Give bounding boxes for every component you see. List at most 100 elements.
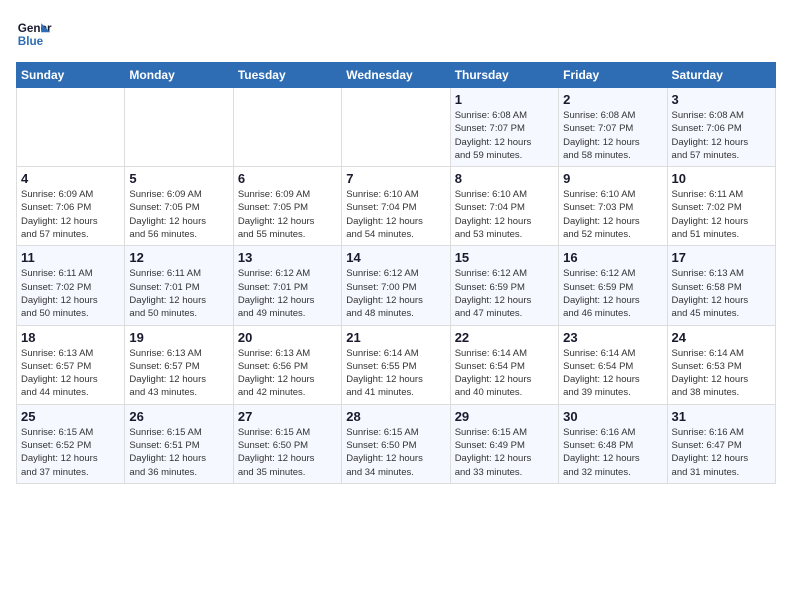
calendar-cell xyxy=(233,88,341,167)
day-number: 7 xyxy=(346,171,445,186)
calendar-week-row: 25 Sunrise: 6:15 AMSunset: 6:52 PMDayligh… xyxy=(17,404,776,483)
logo-icon: General Blue xyxy=(16,16,52,52)
day-number: 12 xyxy=(129,250,228,265)
day-number: 13 xyxy=(238,250,337,265)
calendar-cell xyxy=(342,88,450,167)
day-number: 8 xyxy=(455,171,554,186)
header-tuesday: Tuesday xyxy=(233,63,341,88)
header-thursday: Thursday xyxy=(450,63,558,88)
day-number: 22 xyxy=(455,330,554,345)
day-number: 11 xyxy=(21,250,120,265)
calendar-cell: 24 Sunrise: 6:14 AMSunset: 6:53 PMDayligh… xyxy=(667,325,775,404)
calendar-cell: 16 Sunrise: 6:12 AMSunset: 6:59 PMDayligh… xyxy=(559,246,667,325)
calendar-cell: 30 Sunrise: 6:16 AMSunset: 6:48 PMDayligh… xyxy=(559,404,667,483)
day-info: Sunrise: 6:12 AMSunset: 6:59 PMDaylight:… xyxy=(455,267,554,320)
svg-text:Blue: Blue xyxy=(18,35,44,48)
day-number: 19 xyxy=(129,330,228,345)
calendar-cell: 20 Sunrise: 6:13 AMSunset: 6:56 PMDayligh… xyxy=(233,325,341,404)
calendar-cell: 29Sunrise: 6:15 AMSunset: 6:49 PMDayligh… xyxy=(450,404,558,483)
day-number: 9 xyxy=(563,171,662,186)
calendar-cell: 27 Sunrise: 6:15 AMSunset: 6:50 PMDayligh… xyxy=(233,404,341,483)
calendar-cell: 21Sunrise: 6:14 AMSunset: 6:55 PMDayligh… xyxy=(342,325,450,404)
calendar-cell: 5 Sunrise: 6:09 AMSunset: 7:05 PMDaylight… xyxy=(125,167,233,246)
day-info: Sunrise: 6:10 AMSunset: 7:04 PMDaylight:… xyxy=(346,188,445,241)
calendar-cell: 7 Sunrise: 6:10 AMSunset: 7:04 PMDaylight… xyxy=(342,167,450,246)
day-info: Sunrise: 6:15 AMSunset: 6:50 PMDaylight:… xyxy=(346,426,445,479)
day-info: Sunrise: 6:09 AMSunset: 7:05 PMDaylight:… xyxy=(238,188,337,241)
svg-text:General: General xyxy=(18,22,52,35)
day-info: Sunrise: 6:12 AMSunset: 6:59 PMDaylight:… xyxy=(563,267,662,320)
day-number: 25 xyxy=(21,409,120,424)
calendar-week-row: 4 Sunrise: 6:09 AMSunset: 7:06 PMDaylight… xyxy=(17,167,776,246)
day-info: Sunrise: 6:15 AMSunset: 6:49 PMDaylight:… xyxy=(455,426,554,479)
day-info: Sunrise: 6:08 AMSunset: 7:07 PMDaylight:… xyxy=(563,109,662,162)
calendar-cell: 2 Sunrise: 6:08 AMSunset: 7:07 PMDaylight… xyxy=(559,88,667,167)
day-number: 26 xyxy=(129,409,228,424)
day-number: 1 xyxy=(455,92,554,107)
calendar-cell: 18Sunrise: 6:13 AMSunset: 6:57 PMDayligh… xyxy=(17,325,125,404)
day-info: Sunrise: 6:09 AMSunset: 7:06 PMDaylight:… xyxy=(21,188,120,241)
calendar-cell: 13 Sunrise: 6:12 AMSunset: 7:01 PMDayligh… xyxy=(233,246,341,325)
calendar-cell: 23Sunrise: 6:14 AMSunset: 6:54 PMDayligh… xyxy=(559,325,667,404)
logo: General Blue xyxy=(16,16,52,52)
header-sunday: Sunday xyxy=(17,63,125,88)
calendar-cell: 12 Sunrise: 6:11 AMSunset: 7:01 PMDayligh… xyxy=(125,246,233,325)
calendar-cell: 8 Sunrise: 6:10 AMSunset: 7:04 PMDaylight… xyxy=(450,167,558,246)
day-info: Sunrise: 6:11 AMSunset: 7:02 PMDaylight:… xyxy=(21,267,120,320)
day-info: Sunrise: 6:14 AMSunset: 6:54 PMDaylight:… xyxy=(563,347,662,400)
day-info: Sunrise: 6:14 AMSunset: 6:53 PMDaylight:… xyxy=(672,347,771,400)
calendar-cell: 1 Sunrise: 6:08 AMSunset: 7:07 PMDaylight… xyxy=(450,88,558,167)
calendar-cell: 9 Sunrise: 6:10 AMSunset: 7:03 PMDaylight… xyxy=(559,167,667,246)
day-number: 6 xyxy=(238,171,337,186)
day-info: Sunrise: 6:15 AMSunset: 6:51 PMDaylight:… xyxy=(129,426,228,479)
header: General Blue xyxy=(16,16,776,52)
day-number: 24 xyxy=(672,330,771,345)
day-number: 5 xyxy=(129,171,228,186)
day-info: Sunrise: 6:15 AMSunset: 6:50 PMDaylight:… xyxy=(238,426,337,479)
calendar-cell: 10 Sunrise: 6:11 AMSunset: 7:02 PMDayligh… xyxy=(667,167,775,246)
calendar-cell xyxy=(125,88,233,167)
calendar-cell: 19 Sunrise: 6:13 AMSunset: 6:57 PMDayligh… xyxy=(125,325,233,404)
day-number: 30 xyxy=(563,409,662,424)
day-info: Sunrise: 6:10 AMSunset: 7:04 PMDaylight:… xyxy=(455,188,554,241)
day-number: 27 xyxy=(238,409,337,424)
header-saturday: Saturday xyxy=(667,63,775,88)
day-info: Sunrise: 6:11 AMSunset: 7:01 PMDaylight:… xyxy=(129,267,228,320)
day-number: 18 xyxy=(21,330,120,345)
header-friday: Friday xyxy=(559,63,667,88)
calendar-week-row: 18 Sunrise: 6:13 AMSunset: 6:57 PMDayligh… xyxy=(17,325,776,404)
day-info: Sunrise: 6:08 AMSunset: 7:07 PMDaylight:… xyxy=(455,109,554,162)
calendar-week-row: 11 Sunrise: 6:11 AMSunset: 7:02 PMDayligh… xyxy=(17,246,776,325)
day-number: 10 xyxy=(672,171,771,186)
calendar-cell: 22 Sunrise: 6:14 AMSunset: 6:54 PMDayligh… xyxy=(450,325,558,404)
day-info: Sunrise: 6:13 AMSunset: 6:56 PMDaylight:… xyxy=(238,347,337,400)
day-info: Sunrise: 6:14 AMSunset: 6:54 PMDaylight:… xyxy=(455,347,554,400)
day-number: 17 xyxy=(672,250,771,265)
day-number: 3 xyxy=(672,92,771,107)
day-number: 16 xyxy=(563,250,662,265)
day-info: Sunrise: 6:15 AMSunset: 6:52 PMDaylight:… xyxy=(21,426,120,479)
calendar-cell: 15Sunrise: 6:12 AMSunset: 6:59 PMDayligh… xyxy=(450,246,558,325)
calendar-cell: 25 Sunrise: 6:15 AMSunset: 6:52 PMDayligh… xyxy=(17,404,125,483)
day-number: 14 xyxy=(346,250,445,265)
day-number: 4 xyxy=(21,171,120,186)
day-info: Sunrise: 6:12 AMSunset: 7:00 PMDaylight:… xyxy=(346,267,445,320)
calendar-cell: 14 Sunrise: 6:12 AMSunset: 7:00 PMDayligh… xyxy=(342,246,450,325)
day-info: Sunrise: 6:11 AMSunset: 7:02 PMDaylight:… xyxy=(672,188,771,241)
day-number: 20 xyxy=(238,330,337,345)
header-wednesday: Wednesday xyxy=(342,63,450,88)
day-info: Sunrise: 6:13 AMSunset: 6:57 PMDaylight:… xyxy=(129,347,228,400)
day-info: Sunrise: 6:10 AMSunset: 7:03 PMDaylight:… xyxy=(563,188,662,241)
calendar-cell: 28 Sunrise: 6:15 AMSunset: 6:50 PMDayligh… xyxy=(342,404,450,483)
day-number: 2 xyxy=(563,92,662,107)
calendar-header-row: SundayMondayTuesdayWednesdayThursdayFrid… xyxy=(17,63,776,88)
day-info: Sunrise: 6:13 AMSunset: 6:58 PMDaylight:… xyxy=(672,267,771,320)
calendar-cell: 11 Sunrise: 6:11 AMSunset: 7:02 PMDayligh… xyxy=(17,246,125,325)
day-info: Sunrise: 6:16 AMSunset: 6:48 PMDaylight:… xyxy=(563,426,662,479)
day-info: Sunrise: 6:12 AMSunset: 7:01 PMDaylight:… xyxy=(238,267,337,320)
day-number: 28 xyxy=(346,409,445,424)
day-info: Sunrise: 6:09 AMSunset: 7:05 PMDaylight:… xyxy=(129,188,228,241)
day-info: Sunrise: 6:14 AMSunset: 6:55 PMDaylight:… xyxy=(346,347,445,400)
calendar-cell: 26 Sunrise: 6:15 AMSunset: 6:51 PMDayligh… xyxy=(125,404,233,483)
calendar-cell: 4 Sunrise: 6:09 AMSunset: 7:06 PMDaylight… xyxy=(17,167,125,246)
